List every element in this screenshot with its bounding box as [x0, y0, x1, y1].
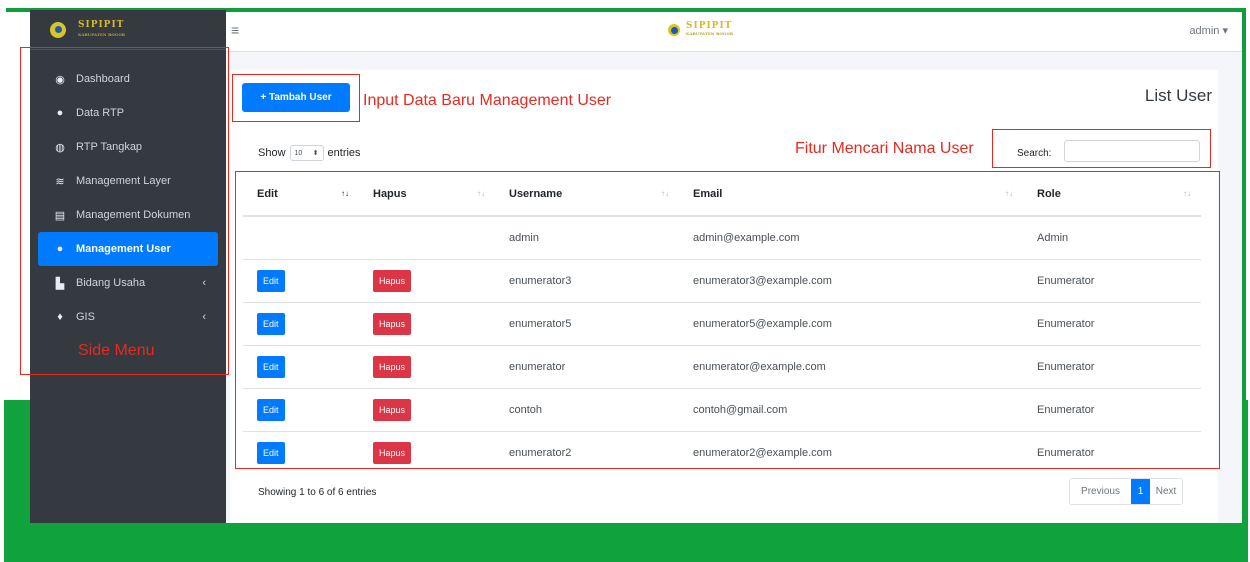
pagination: Previous 1 Next: [1069, 478, 1183, 505]
annotation-search-text: Fitur Mencari Nama User: [795, 140, 974, 157]
select-arrow-icon: ⬍: [312, 150, 319, 157]
top-logo: SIPIPIT KABUPATEN BOGOR: [668, 22, 733, 38]
annotation-add-button-box: [232, 74, 360, 122]
show-entries: Show 10 ⬍ entries: [258, 145, 361, 161]
annotation-table-box: [235, 171, 1220, 469]
annotation-menu-text: Side Menu: [78, 342, 155, 359]
annotation-add-text: Input Data Baru Management User: [363, 92, 612, 109]
brand-subtitle: KABUPATEN BOGOR: [78, 31, 126, 37]
table-info: Showing 1 to 6 of 6 entries: [258, 487, 377, 498]
user-name: admin: [1189, 25, 1220, 37]
sidebar-brand[interactable]: SIPIPIT KABUPATEN BOGOR: [30, 10, 226, 50]
page-title: List User: [1144, 86, 1212, 105]
annotation-side-menu-box: [20, 47, 229, 375]
pagination-previous[interactable]: Previous: [1070, 479, 1131, 504]
entries-select[interactable]: 10 ⬍: [289, 145, 324, 161]
brand-logo-icon: [50, 21, 66, 38]
brand-logo-icon: [668, 24, 680, 36]
pagination-next[interactable]: Next: [1150, 479, 1182, 504]
hamburger-icon[interactable]: ≡: [231, 22, 239, 38]
annotation-search-box: [992, 129, 1211, 168]
caret-down-icon: ▾: [1222, 25, 1228, 37]
green-frame-right: [1242, 8, 1246, 403]
topbar: ≡ SIPIPIT KABUPATEN BOGOR admin ▾: [226, 12, 1242, 52]
brand-subtitle: KABUPATEN BOGOR: [686, 31, 734, 36]
user-menu[interactable]: admin ▾: [1189, 24, 1228, 37]
brand-name: SIPIPIT: [78, 19, 125, 30]
pagination-page-1[interactable]: 1: [1131, 479, 1150, 504]
